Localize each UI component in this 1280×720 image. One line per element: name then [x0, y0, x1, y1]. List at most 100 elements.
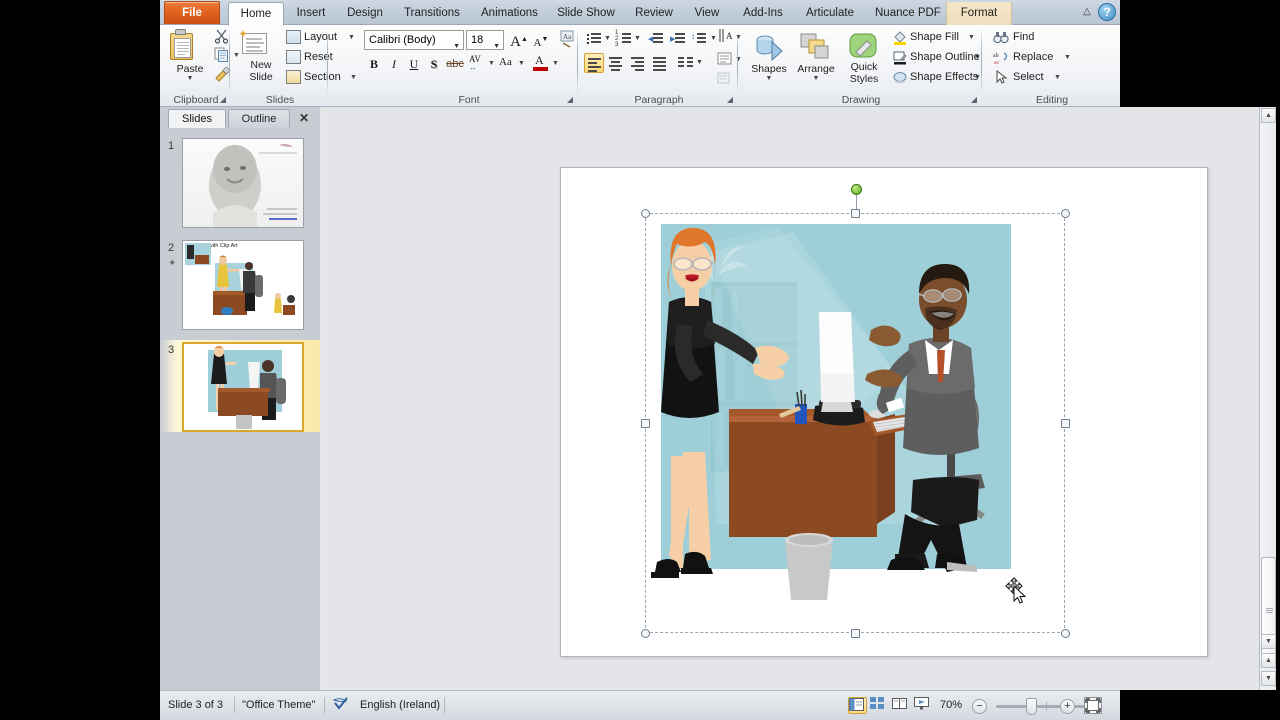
tab-insert[interactable]: Insert — [286, 2, 336, 25]
scroll-up-arrow[interactable]: ▲ — [1261, 108, 1276, 123]
align-center-button[interactable] — [606, 53, 626, 73]
font-dialog-launcher[interactable]: ◢ — [565, 95, 575, 105]
layout-button[interactable]: Layout ▼ — [284, 28, 356, 47]
chevron-down-icon[interactable]: ▼ — [1064, 54, 1071, 61]
text-shadow-button[interactable]: S — [424, 54, 444, 74]
justify-button[interactable] — [650, 53, 670, 73]
strikethrough-button[interactable]: abc — [444, 54, 466, 74]
numbering-button[interactable]: 123 — [614, 29, 634, 49]
tab-home[interactable]: Home — [228, 2, 284, 26]
new-slide-button[interactable]: ✦ New Slide — [238, 28, 284, 91]
handle-middle-right[interactable] — [1061, 419, 1070, 428]
shape-outline-button[interactable]: Shape Outline ▼ — [890, 48, 981, 67]
close-icon[interactable]: ✕ — [294, 109, 314, 127]
chevron-down-icon[interactable]: ▼ — [518, 60, 525, 67]
find-button[interactable]: Find — [992, 28, 1072, 47]
decrease-indent-button[interactable]: ◀ — [646, 29, 666, 49]
handle-middle-left[interactable] — [641, 419, 650, 428]
tab-outline[interactable]: Outline — [228, 109, 290, 128]
scroll-thumb[interactable] — [1261, 557, 1276, 667]
handle-bottom-left[interactable] — [641, 629, 650, 638]
decrease-font-size-button[interactable]: A▼ — [530, 30, 552, 50]
slide-work-area[interactable] — [321, 107, 1259, 690]
reset-button[interactable]: Reset — [284, 48, 356, 67]
chevron-down-icon[interactable]: ▼ — [974, 74, 981, 81]
italic-button[interactable]: I — [384, 54, 404, 74]
align-right-button[interactable] — [628, 53, 648, 73]
bold-button[interactable]: B — [364, 54, 384, 74]
view-slide-show-button[interactable] — [914, 697, 933, 714]
view-normal-button[interactable] — [848, 697, 867, 714]
rotate-handle[interactable] — [851, 184, 862, 195]
shape-effects-button[interactable]: Shape Effects ▼ — [890, 68, 981, 87]
zoom-level[interactable]: 70% — [940, 696, 962, 714]
zoom-in-button[interactable]: + — [1060, 699, 1075, 714]
thumbnail-slide-2[interactable]: 2 ✦ Working with Clip Art — [160, 238, 320, 330]
paragraph-dialog-launcher[interactable]: ◢ — [725, 95, 735, 105]
font-color-button[interactable]: A ▼ — [532, 53, 560, 74]
bullets-button[interactable] — [584, 29, 604, 49]
clipboard-dialog-launcher[interactable]: ◢ — [218, 95, 228, 105]
scroll-down-arrow[interactable]: ▼ — [1261, 634, 1276, 649]
columns-button[interactable] — [676, 53, 696, 73]
tab-animations[interactable]: Animations — [472, 2, 546, 25]
tab-design[interactable]: Design — [338, 2, 392, 25]
tab-view[interactable]: View — [684, 2, 730, 25]
tab-slides[interactable]: Slides — [168, 109, 226, 128]
chevron-down-icon[interactable]: ▼ — [696, 59, 703, 66]
chevron-down-icon[interactable]: ▼ — [604, 35, 611, 42]
chevron-down-icon[interactable]: ▼ — [350, 74, 357, 81]
section-button[interactable]: Section ▼ — [284, 68, 357, 87]
tab-review[interactable]: Review — [626, 2, 682, 25]
chevron-down-icon[interactable]: ▼ — [552, 60, 559, 67]
handle-top-center[interactable] — [851, 209, 860, 218]
slide-indicator[interactable]: Slide 3 of 3 — [168, 696, 223, 714]
thumbnail-slide-3[interactable]: 3 — [160, 340, 320, 432]
chevron-down-icon[interactable]: ▼ — [348, 34, 355, 41]
thumbnail-slide-1[interactable]: 1 — [160, 136, 320, 228]
chevron-down-icon[interactable]: ▼ — [1054, 74, 1061, 81]
tab-format[interactable]: Format — [946, 2, 1012, 25]
previous-slide-button[interactable]: ▲ — [1261, 653, 1276, 668]
increase-font-size-button[interactable]: A▲ — [508, 30, 530, 50]
tab-add-ins[interactable]: Add-Ins — [732, 2, 794, 25]
clear-formatting-button[interactable]: Aa — [558, 30, 579, 50]
chevron-down-icon[interactable]: ▼ — [634, 35, 641, 42]
tab-slide-show[interactable]: Slide Show — [548, 2, 624, 25]
language-indicator[interactable]: English (Ireland) — [360, 696, 440, 714]
font-size-input[interactable]: 18 ▼ — [466, 30, 504, 50]
paste-button[interactable]: Paste ▼ — [168, 29, 212, 91]
replace-button[interactable]: ab ac Replace ▼ — [992, 48, 1078, 67]
handle-bottom-right[interactable] — [1061, 629, 1070, 638]
tab-file[interactable]: File — [164, 1, 220, 24]
tab-articulate[interactable]: Articulate — [796, 2, 864, 25]
vertical-scrollbar[interactable]: ▲ ▼ ▲ ▼ — [1259, 107, 1276, 690]
help-icon[interactable]: ? — [1098, 3, 1116, 21]
view-slide-sorter-button[interactable] — [870, 697, 889, 714]
select-button[interactable]: Select ▼ — [992, 68, 1072, 87]
shape-fill-button[interactable]: Shape Fill ▼ — [890, 28, 976, 47]
chevron-down-icon[interactable]: ▼ — [710, 35, 717, 42]
tab-nuance-pdf[interactable]: Nuance PDF — [866, 2, 941, 25]
line-spacing-button[interactable]: ↕ — [690, 29, 710, 49]
fit-window-icon[interactable] — [1084, 697, 1102, 714]
shapes-button[interactable]: Shapes ▼ — [746, 29, 792, 91]
handle-top-left[interactable] — [641, 209, 650, 218]
theme-name[interactable]: "Office Theme" — [242, 696, 315, 714]
chevron-down-icon[interactable]: ▼ — [488, 60, 495, 67]
next-slide-button[interactable]: ▼ — [1261, 671, 1276, 686]
drawing-dialog-launcher[interactable]: ◢ — [969, 95, 979, 105]
chevron-down-icon[interactable]: ▼ — [968, 34, 975, 41]
view-reading-button[interactable] — [892, 697, 911, 714]
handle-bottom-center[interactable] — [851, 629, 860, 638]
underline-button[interactable]: U — [404, 54, 424, 74]
zoom-out-button[interactable]: − — [972, 699, 987, 714]
change-case-button[interactable]: Aa ▼ — [498, 54, 526, 74]
increase-indent-button[interactable]: ▶ — [668, 29, 688, 49]
font-name-input[interactable]: Calibri (Body) ▼ — [364, 30, 464, 50]
handle-top-right[interactable] — [1061, 209, 1070, 218]
chevron-up-icon[interactable]: △ — [1080, 6, 1094, 18]
character-spacing-button[interactable]: AV ↔ ▼ — [468, 54, 496, 74]
chevron-down-icon[interactable]: ▼ — [974, 54, 981, 61]
zoom-slider-thumb[interactable] — [1026, 698, 1037, 715]
